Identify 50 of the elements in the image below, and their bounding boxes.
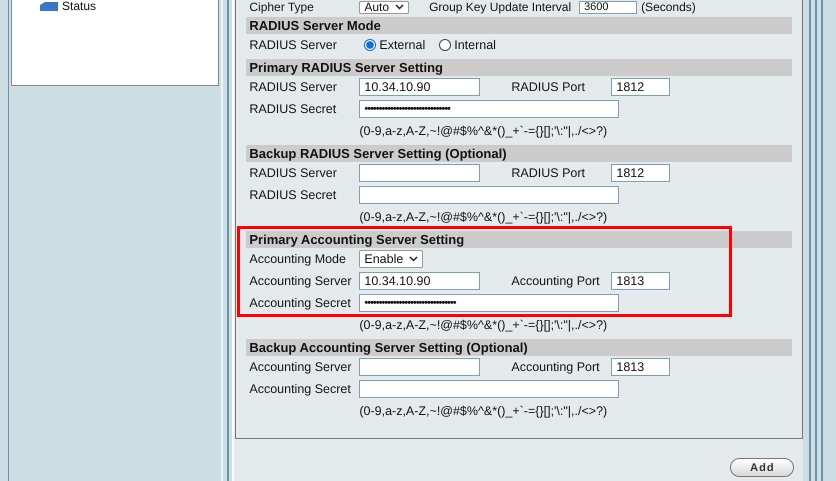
field-label: Cipher Type — [248, 0, 315, 14]
hint-text: (0-9,a-z,A-Z,~!@#$%^&*()_+`-={}[];'\:"|,./<>?) — [359, 124, 608, 138]
input-field[interactable]: 1813 — [611, 272, 670, 290]
input-field[interactable] — [359, 164, 480, 182]
hint-text: (0-9,a-z,A-Z,~!@#$%^&*()_+`-={}[];'\:"|,./<>?) — [359, 210, 608, 224]
tree-item[interactable]: Status — [40, 0, 218, 12]
section-header: Primary Accounting Server Setting — [246, 231, 792, 248]
hint-text: (0-9,a-z,A-Z,~!@#$%^&*()_+`-={}[];'\:"|,./<>?) — [359, 404, 608, 418]
field-label: Group Key Update Interval — [429, 0, 572, 14]
folder-icon — [40, 2, 58, 10]
field-label: Accounting Port — [511, 274, 601, 288]
dropdown[interactable]: Auto — [359, 0, 410, 14]
field-label: RADIUS Port — [511, 80, 586, 94]
radio-icon[interactable] — [439, 39, 452, 51]
input-field[interactable]: 10.34.10.90 — [359, 272, 480, 290]
field-label: RADIUS Secret — [249, 102, 338, 116]
input-field[interactable]: 10.34.10.90 — [359, 78, 480, 96]
password-field[interactable]: •••••••••••••••••••••••••••••••• — [359, 294, 620, 312]
field-label: Accounting Server — [249, 360, 353, 374]
radio-icon[interactable] — [364, 39, 376, 51]
chevron-down-icon — [409, 256, 418, 262]
password-field[interactable] — [359, 186, 620, 204]
field-label: RADIUS Server — [249, 38, 338, 52]
input-field[interactable]: 3600 — [579, 0, 638, 14]
field-label: RADIUS Server — [249, 80, 338, 94]
input-field[interactable]: 1812 — [611, 78, 670, 96]
input-field[interactable]: 1812 — [611, 164, 670, 182]
field-label: Accounting Secret — [249, 382, 352, 396]
field-label: Accounting Port — [511, 360, 601, 374]
section-header: Backup RADIUS Server Setting (Optional) — [246, 145, 792, 162]
field-label: RADIUS Port — [511, 166, 586, 180]
field-label: Accounting Mode — [249, 252, 347, 266]
input-field[interactable] — [359, 358, 480, 376]
field-label: RADIUS Server — [249, 166, 338, 180]
add-button[interactable]: Add — [730, 458, 794, 477]
password-field[interactable]: •••••••••••••••••••••••••••••• — [359, 100, 620, 118]
section-header: Backup Accounting Server Setting (Optional) — [246, 339, 792, 356]
chevron-down-icon — [395, 4, 404, 10]
field-label: RADIUS Secret — [249, 188, 338, 202]
radio-option[interactable]: External — [364, 38, 426, 52]
input-field[interactable]: 1813 — [611, 358, 670, 376]
dropdown[interactable]: Enable — [359, 250, 424, 268]
field-label: Accounting Secret — [249, 296, 352, 310]
radio-option[interactable]: Internal — [439, 38, 496, 52]
password-field[interactable] — [359, 380, 620, 398]
hint-text: (0-9,a-z,A-Z,~!@#$%^&*()_+`-={}[];'\:"|,./<>?) — [359, 318, 608, 332]
section-header: RADIUS Server Mode — [246, 17, 792, 34]
field-label: Accounting Server — [249, 274, 353, 288]
unit-label: (Seconds) — [641, 0, 697, 14]
section-header: Primary RADIUS Server Setting — [246, 59, 792, 76]
